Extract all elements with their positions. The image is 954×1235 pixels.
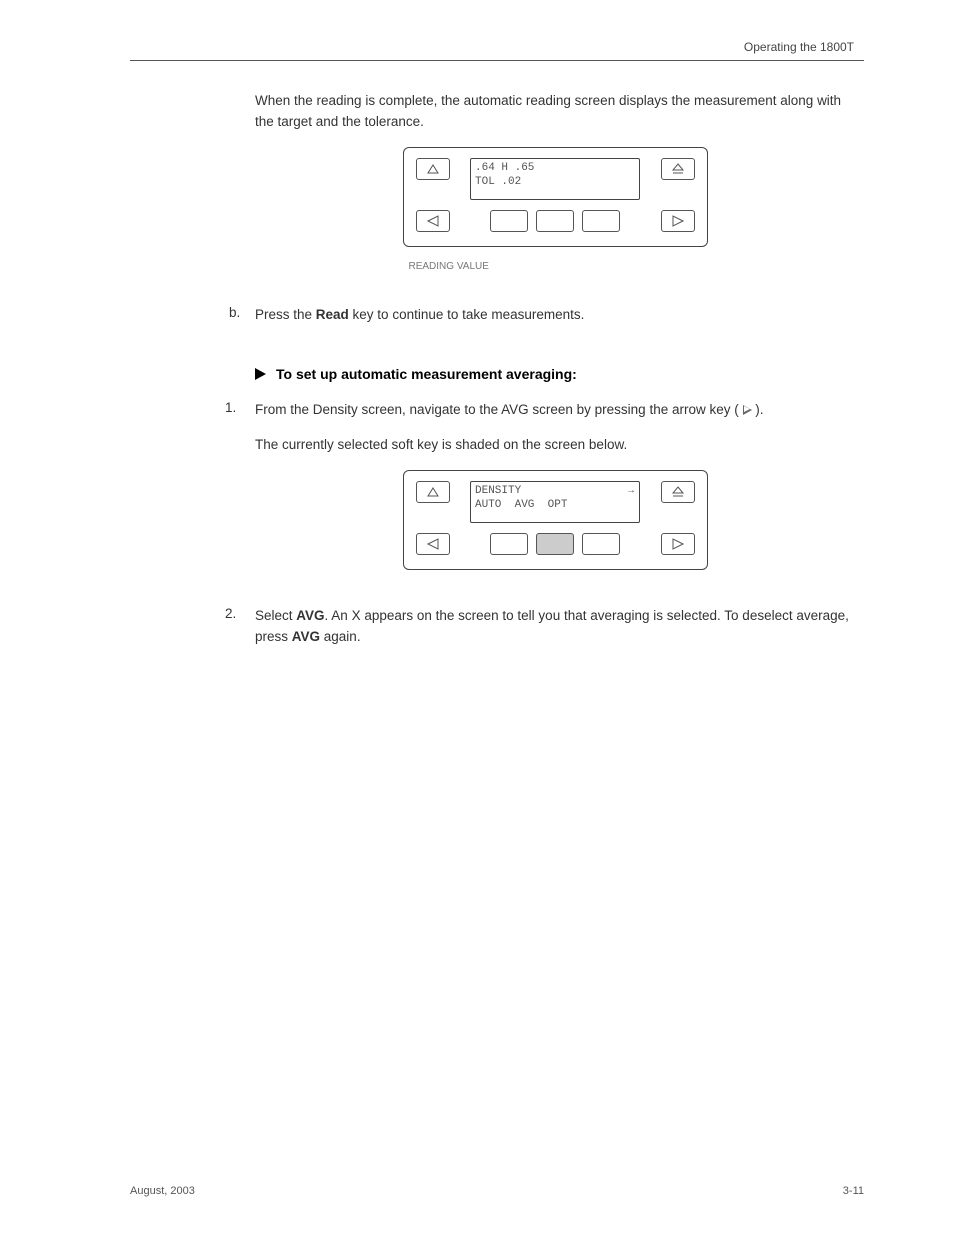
avg-key-name-2: AVG bbox=[292, 629, 320, 644]
softkey-3[interactable] bbox=[582, 210, 620, 232]
lcd-arrow-icon: → bbox=[628, 485, 634, 498]
softkey-row bbox=[486, 210, 624, 232]
eject-icon bbox=[671, 163, 685, 175]
lcd-line1: DENSITY bbox=[475, 485, 521, 497]
right-button[interactable] bbox=[661, 210, 695, 232]
left-button[interactable] bbox=[416, 533, 450, 555]
triangle-left-icon bbox=[426, 538, 440, 550]
lcd-screen: .64 H .65 TOL .02 bbox=[470, 158, 640, 200]
substep-b: b. Press the Read key to continue to tak… bbox=[255, 305, 855, 326]
step1-note: The currently selected soft key is shade… bbox=[255, 435, 855, 456]
triangle-up-icon bbox=[426, 486, 440, 498]
arrow-right-icon bbox=[743, 405, 752, 415]
triangle-left-icon bbox=[426, 215, 440, 227]
step-1: 1. From the Density screen, navigate to … bbox=[255, 400, 855, 456]
lcd-line1: .64 H .65 bbox=[475, 162, 534, 174]
intro-paragraph: When the reading is complete, the automa… bbox=[255, 91, 855, 133]
avg-key-name: AVG bbox=[296, 608, 324, 623]
triangle-right-icon bbox=[671, 538, 685, 550]
triangle-up-icon bbox=[426, 163, 440, 175]
triangle-bullet-icon bbox=[255, 368, 266, 380]
footer-page-number: 3-11 bbox=[843, 1185, 864, 1197]
procedure-heading: To set up automatic measurement averagin… bbox=[255, 366, 855, 382]
softkey-2[interactable] bbox=[536, 210, 574, 232]
up-button[interactable] bbox=[416, 158, 450, 180]
right-button[interactable] bbox=[661, 533, 695, 555]
softkey-auto[interactable] bbox=[490, 533, 528, 555]
lcd-line2: AUTO AVG OPT bbox=[475, 499, 567, 511]
eject-icon bbox=[671, 486, 685, 498]
softkey-opt[interactable] bbox=[582, 533, 620, 555]
reading-value-label: READING VALUE bbox=[409, 261, 489, 272]
step-2: 2. Select AVG. An X appears on the scree… bbox=[255, 606, 855, 648]
device-panel-2: → DENSITY AUTO AVG OPT bbox=[403, 470, 708, 570]
softkey-1[interactable] bbox=[490, 210, 528, 232]
step1-text: From the Density screen, navigate to the… bbox=[255, 400, 855, 421]
eject-button[interactable] bbox=[661, 481, 695, 503]
device-panel-1: .64 H .65 TOL .02 bbox=[403, 147, 708, 247]
step2-text: Select AVG. An X appears on the screen t… bbox=[255, 606, 855, 648]
substep-text: Press the Read key to continue to take m… bbox=[255, 305, 855, 326]
lcd-screen: → DENSITY AUTO AVG OPT bbox=[470, 481, 640, 523]
footer-date: August, 2003 bbox=[130, 1185, 195, 1197]
softkey-avg[interactable] bbox=[536, 533, 574, 555]
step-number: 2. bbox=[225, 606, 236, 621]
lcd-line2: TOL .02 bbox=[475, 176, 521, 188]
substep-label: b. bbox=[229, 305, 240, 320]
eject-button[interactable] bbox=[661, 158, 695, 180]
page-header: Operating the 1800T bbox=[130, 40, 864, 54]
page-footer: August, 2003 3-11 bbox=[0, 1185, 954, 1197]
step-number: 1. bbox=[225, 400, 236, 415]
softkey-row bbox=[486, 533, 624, 555]
header-rule bbox=[130, 60, 864, 61]
read-key-name: Read bbox=[316, 307, 349, 322]
triangle-right-icon bbox=[671, 215, 685, 227]
up-button[interactable] bbox=[416, 481, 450, 503]
left-button[interactable] bbox=[416, 210, 450, 232]
